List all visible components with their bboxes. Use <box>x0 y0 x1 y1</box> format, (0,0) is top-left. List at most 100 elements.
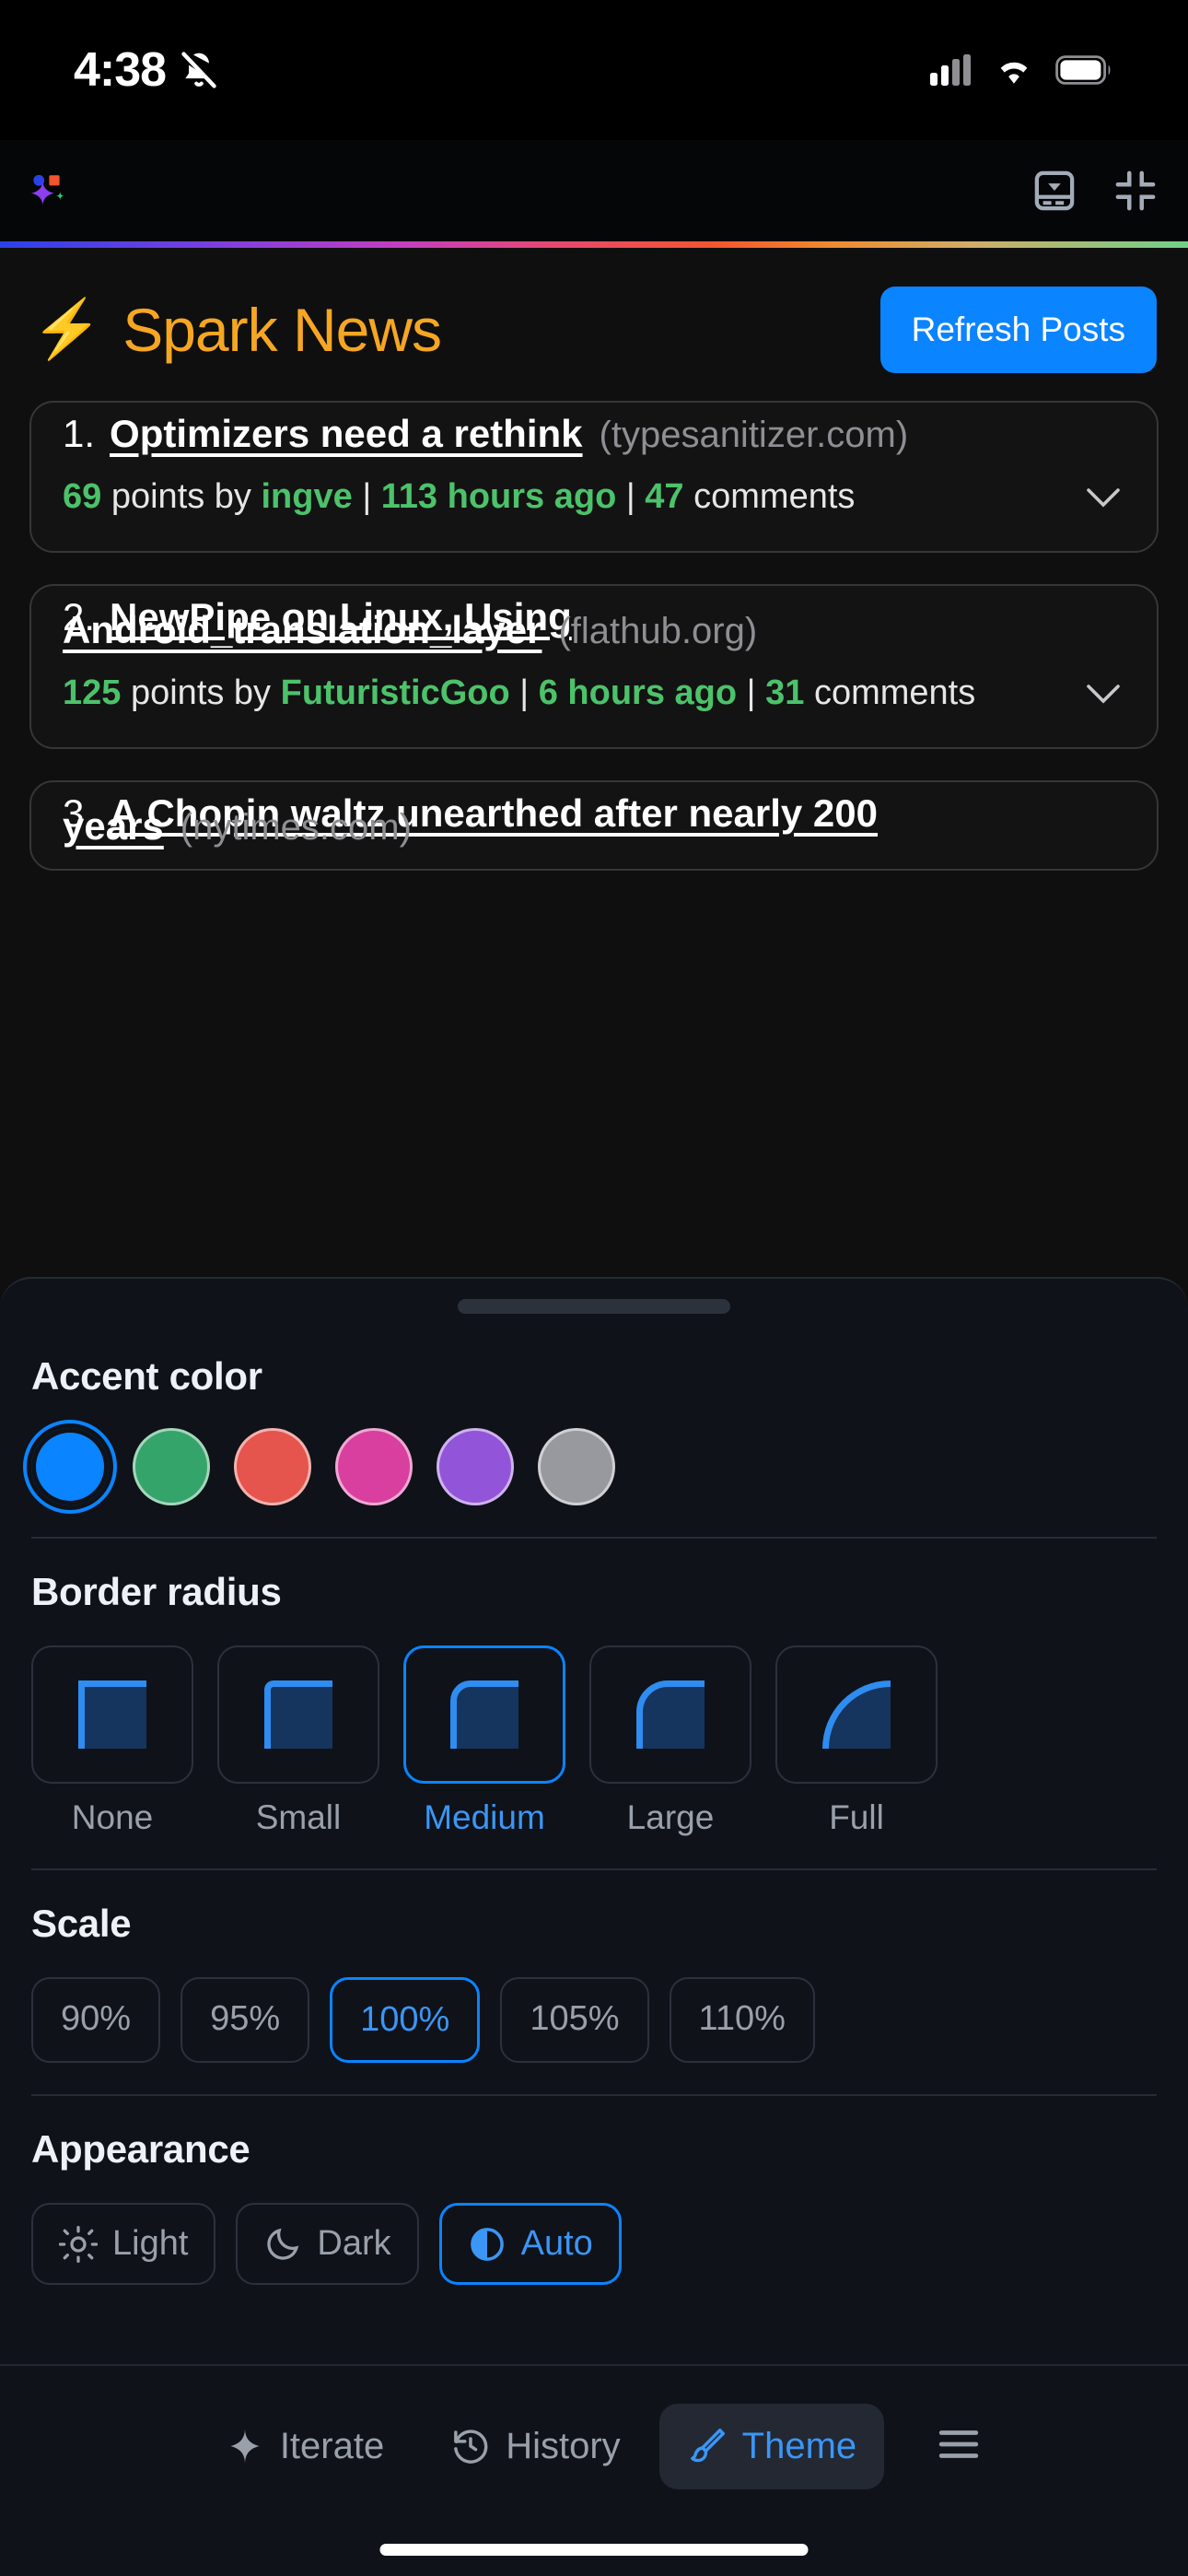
post-title-link[interactable]: NewPipe on Linux, Using Android_translat… <box>63 595 572 651</box>
section-divider <box>31 1537 1157 1539</box>
scale-options: 90% 95% 100% 105% 110% <box>31 1977 1157 2063</box>
chevron-down-icon[interactable] <box>1081 474 1125 521</box>
theme-bottom-sheet: Accent color Border radius None Small Medi… <box>0 1277 1188 2576</box>
accent-swatch[interactable] <box>31 1428 109 1505</box>
tab-history[interactable]: History <box>423 2404 647 2489</box>
post-meta: 125 points by FuturisticGoo | 6 hours ag… <box>63 671 1125 718</box>
toggle-bottom-panel-icon[interactable] <box>1030 166 1079 216</box>
tab-iterate[interactable]: Iterate <box>197 2404 412 2489</box>
appearance-option[interactable]: Auto <box>438 2203 622 2285</box>
section-divider <box>31 2094 1157 2096</box>
status-bar-clock: 4:38 <box>74 43 167 97</box>
corner-radius-icon <box>264 1680 332 1749</box>
post-author[interactable]: ingve <box>262 477 353 516</box>
scale-option[interactable]: 100% <box>330 1977 481 2063</box>
appearance-option[interactable]: Light <box>31 2203 216 2285</box>
post-domain: (typesanitizer.com) <box>599 415 909 455</box>
page-title: Spark News <box>122 296 442 364</box>
section-title-border-radius: Border radius <box>31 1570 282 1613</box>
accent-swatch-fill <box>36 1433 104 1501</box>
accent-swatch-fill <box>133 1428 210 1505</box>
border-radius-preview-tile <box>31 1645 193 1784</box>
scale-option[interactable]: 95% <box>181 1977 310 2063</box>
border-radius-option[interactable]: None <box>31 1645 193 1837</box>
post-points-label: points by <box>111 477 251 516</box>
border-radius-option[interactable]: Full <box>775 1645 938 1837</box>
post-list: 1. Optimizers need a rethink (typesanitize… <box>0 401 1188 871</box>
editor-chrome-bar <box>0 140 1188 241</box>
accent-swatch[interactable] <box>133 1428 210 1505</box>
accent-swatch[interactable] <box>437 1428 514 1505</box>
border-radius-option[interactable]: Small <box>217 1645 379 1837</box>
status-bar-left: 4:38 <box>74 42 219 98</box>
post-comments-label: comments <box>813 673 976 712</box>
bottom-tab-bar: Iterate History Theme <box>0 2364 1188 2576</box>
post-meta-text: 125 points by FuturisticGoo | 6 hours ag… <box>63 671 975 716</box>
post-comments-count[interactable]: 31 <box>765 673 804 712</box>
post-title-link[interactable]: Optimizers need a rethink <box>110 412 582 455</box>
app-logo-icon[interactable] <box>22 165 74 217</box>
tab-label: Iterate <box>279 2425 385 2466</box>
tab-list: Iterate History Theme <box>0 2366 1188 2504</box>
post-domain: (nytimes.com) <box>180 807 412 848</box>
post-time: 6 hours ago <box>538 673 738 712</box>
paintbrush-icon <box>687 2426 728 2466</box>
scale-section: Scale 90% 95% 100% 105% 110% <box>31 1902 1157 2063</box>
appearance-option[interactable]: Dark <box>236 2203 419 2285</box>
post-author[interactable]: FuturisticGoo <box>281 673 510 712</box>
accent-swatch-fill <box>335 1428 413 1505</box>
app-header: ⚡ Spark News Refresh Posts <box>0 248 1188 401</box>
border-radius-option[interactable]: Medium <box>403 1645 565 1837</box>
home-indicator <box>379 2544 809 2556</box>
scale-option[interactable]: 105% <box>500 1977 649 2063</box>
tab-theme[interactable]: Theme <box>658 2403 885 2489</box>
accent-swatch-row <box>31 1428 1157 1505</box>
post-title-row: 3. A Chopin waltz unearthed after nearly … <box>63 794 1125 847</box>
accent-swatch[interactable] <box>234 1428 311 1505</box>
border-radius-preview-tile <box>775 1645 938 1784</box>
rainbow-accent-bar <box>0 241 1188 248</box>
border-radius-label: Small <box>255 1798 342 1836</box>
appearance-label: Dark <box>317 2224 391 2263</box>
accent-swatch[interactable] <box>335 1428 413 1505</box>
post-card[interactable]: 3. A Chopin waltz unearthed after nearly … <box>29 780 1159 871</box>
border-radius-section: Border radius None Small Medium Large Full <box>31 1570 1157 1837</box>
border-radius-label: Full <box>829 1798 884 1836</box>
post-domain: (flathub.org) <box>558 611 758 651</box>
post-title-row: 1. Optimizers need a rethink (typesanitize… <box>63 415 1125 454</box>
hamburger-menu-icon[interactable] <box>926 2407 991 2486</box>
half-circle-icon <box>468 2225 507 2264</box>
battery-icon <box>1055 55 1112 85</box>
collapse-fullscreen-icon[interactable] <box>1111 166 1160 216</box>
meta-separator: | <box>746 673 756 712</box>
post-time: 113 hours ago <box>380 477 617 516</box>
accent-swatch-fill <box>234 1428 311 1505</box>
scale-option[interactable]: 90% <box>31 1977 161 2063</box>
border-radius-option[interactable]: Large <box>589 1645 751 1837</box>
sheet-drag-handle[interactable] <box>458 1299 730 1314</box>
post-card[interactable]: 1. Optimizers need a rethink (typesanitize… <box>29 401 1159 553</box>
accent-swatch[interactable] <box>538 1428 615 1505</box>
refresh-posts-button[interactable]: Refresh Posts <box>879 287 1157 373</box>
post-points: 69 <box>63 477 102 516</box>
corner-radius-icon <box>450 1680 518 1749</box>
chevron-down-icon[interactable] <box>1081 671 1125 718</box>
moon-icon <box>263 2225 302 2264</box>
post-card[interactable]: 2. NewPipe on Linux, Using Android_transl… <box>29 584 1159 749</box>
post-meta-text: 69 points by ingve | 113 hours ago | 47 … <box>63 474 855 520</box>
cellular-signal-icon <box>930 54 973 86</box>
border-radius-preview-tile <box>403 1645 565 1784</box>
tab-label: History <box>506 2425 621 2466</box>
status-bar-right <box>930 54 1112 86</box>
border-radius-preview-tile <box>589 1645 751 1784</box>
appearance-label: Light <box>112 2224 189 2263</box>
sparkle-icon <box>225 2426 265 2466</box>
post-points-label: points by <box>130 673 272 712</box>
sun-icon <box>59 2225 98 2264</box>
accent-swatch-fill <box>538 1428 615 1505</box>
clock-rewind-icon <box>450 2426 491 2466</box>
post-rank: 1. <box>63 412 96 455</box>
accent-color-section: Accent color <box>31 1354 1157 1505</box>
scale-option[interactable]: 110% <box>669 1977 815 2063</box>
post-comments-count[interactable]: 47 <box>645 477 683 516</box>
